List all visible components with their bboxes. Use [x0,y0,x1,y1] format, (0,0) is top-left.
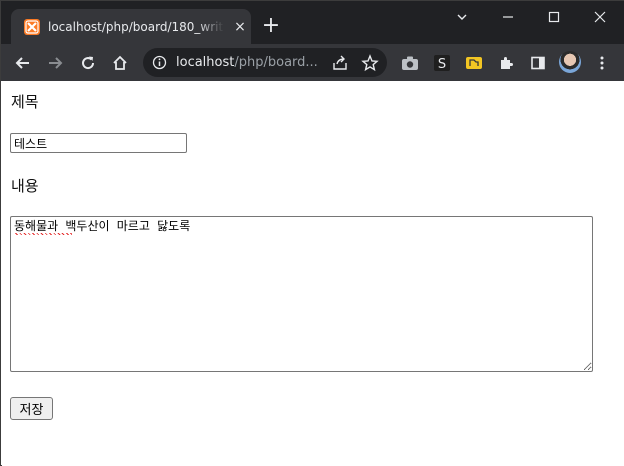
svg-text:S: S [438,57,446,72]
browser-toolbar: localhost/php/board... S [1,44,624,81]
title-label: 제목 [11,93,39,111]
minimize-icon[interactable] [485,5,531,29]
avatar[interactable] [559,51,581,73]
maximize-icon[interactable] [531,5,577,29]
back-icon[interactable] [11,51,35,75]
tab-close-icon[interactable]: × [232,19,248,35]
home-icon[interactable] [108,51,132,75]
reload-icon[interactable] [76,51,100,75]
save-button[interactable]: 저장 [10,397,53,420]
star-icon[interactable] [361,54,379,72]
forward-icon[interactable] [43,51,67,75]
share-icon[interactable] [331,54,349,72]
page-content: 제목 내용 동해물과 백두산이 마르고 닳도록 저장 [2,81,624,466]
folder-extension-icon[interactable] [462,51,486,75]
browser-window: localhost/php/board/180_writeF × + local… [0,0,624,466]
content-textarea[interactable]: 동해물과 백두산이 마르고 닳도록 [10,216,593,372]
close-icon[interactable] [577,5,623,29]
new-tab-button[interactable]: + [260,15,282,37]
puzzle-icon[interactable] [494,51,518,75]
url-host: localhost [176,55,235,70]
info-icon[interactable] [152,55,167,70]
tab-strip: localhost/php/board/180_writeF × + [1,1,624,44]
content-label: 내용 [11,177,39,195]
spellcheck-underline [14,233,72,235]
tab-title: localhost/php/board/180_writeF [48,20,224,34]
camera-icon[interactable] [398,51,422,75]
s-extension-icon[interactable]: S [430,51,454,75]
xampp-favicon-icon [24,19,40,35]
browser-tab[interactable]: localhost/php/board/180_writeF × [11,9,251,44]
title-input[interactable] [10,133,187,153]
menu-icon[interactable] [590,51,614,75]
tab-search-icon[interactable] [439,5,485,29]
sidebar-icon[interactable] [526,51,550,75]
url-text: localhost/php/board... [176,54,326,71]
address-bar[interactable]: localhost/php/board... [143,48,387,77]
url-path: /php/board... [234,55,318,70]
